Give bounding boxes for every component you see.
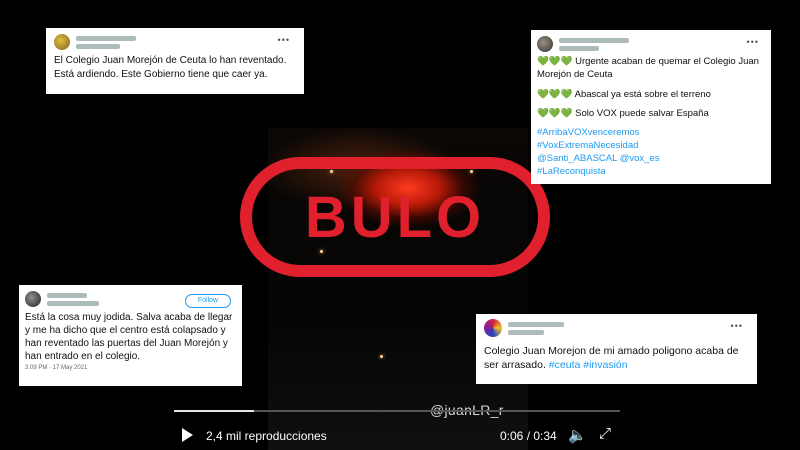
tweet-card-1: ••• El Colegio Juan Morejón de Ceuta lo … (46, 28, 304, 94)
tweet-line-3: 💚💚💚 Solo VOX puede salvar España (537, 108, 709, 120)
tweet-text: Colegio Juan Morejon de mi amado poligon… (484, 345, 739, 372)
tweet-card-4: ••• Colegio Juan Morejon de mi amado pol… (476, 314, 757, 384)
green-heart-icon: 💚💚💚 (537, 56, 573, 67)
bulo-stamp: BULO (240, 157, 550, 277)
street-light (380, 355, 383, 358)
tweet-line-2: 💚💚💚 Abascal ya está sobre el terreno (537, 88, 711, 100)
tweet-text: Está la cosa muy jodida. Salva acaba de … (25, 312, 233, 362)
blurred-handle (47, 301, 99, 306)
play-icon[interactable] (182, 428, 193, 442)
tweet-timestamp: 3:09 PM · 17 May 2021 (25, 365, 88, 371)
blurred-handle (559, 46, 599, 51)
hashtag-link[interactable]: #ArribaVOXvenceremos (537, 127, 765, 140)
blurred-username (47, 293, 87, 298)
follow-button[interactable]: Follow (185, 294, 231, 308)
mention-link[interactable]: @Santi_ABASCAL @vox_es (537, 153, 765, 166)
tweet-line-1: 💚💚💚 Urgente acaban de quemar el Colegio … (537, 56, 759, 80)
avatar (484, 319, 502, 337)
view-count: 2,4 mil reproducciones (206, 429, 327, 443)
seek-bar[interactable] (174, 410, 620, 412)
green-heart-icon: 💚💚💚 (537, 108, 573, 120)
avatar (54, 34, 70, 50)
video-controls: 2,4 mil reproducciones 0:06 / 0:34 🔈 ⤢ (174, 424, 624, 448)
avatar (25, 291, 41, 307)
blurred-handle (508, 330, 544, 335)
blurred-username (559, 38, 629, 43)
time-display: 0:06 / 0:34 (500, 429, 557, 443)
blurred-username (508, 322, 564, 327)
stamp-text: BULO (304, 184, 486, 250)
fullscreen-icon[interactable]: ⤢ (599, 425, 611, 442)
blurred-handle (76, 44, 120, 49)
tweet-card-2: ••• 💚💚💚 Urgente acaban de quemar el Cole… (531, 30, 771, 184)
more-options-icon[interactable]: ••• (747, 36, 759, 48)
volume-icon[interactable]: 🔈 (568, 426, 587, 444)
blurred-username (76, 36, 136, 41)
hashtag-link[interactable]: #ceuta #invasión (549, 359, 628, 371)
more-options-icon[interactable]: ••• (731, 320, 743, 332)
hashtag-link[interactable]: #LaReconquista (537, 166, 765, 179)
more-options-icon[interactable]: ••• (278, 34, 290, 46)
seek-progress (174, 410, 255, 412)
hashtag-link[interactable]: #VoxExtremaNecesidad (537, 140, 765, 153)
tweet-card-3: Follow Está la cosa muy jodida. Salva ac… (19, 285, 242, 386)
green-heart-icon: 💚💚💚 (537, 88, 573, 100)
tweet-text: El Colegio Juan Morejón de Ceuta lo han … (54, 55, 287, 80)
avatar (537, 36, 553, 52)
